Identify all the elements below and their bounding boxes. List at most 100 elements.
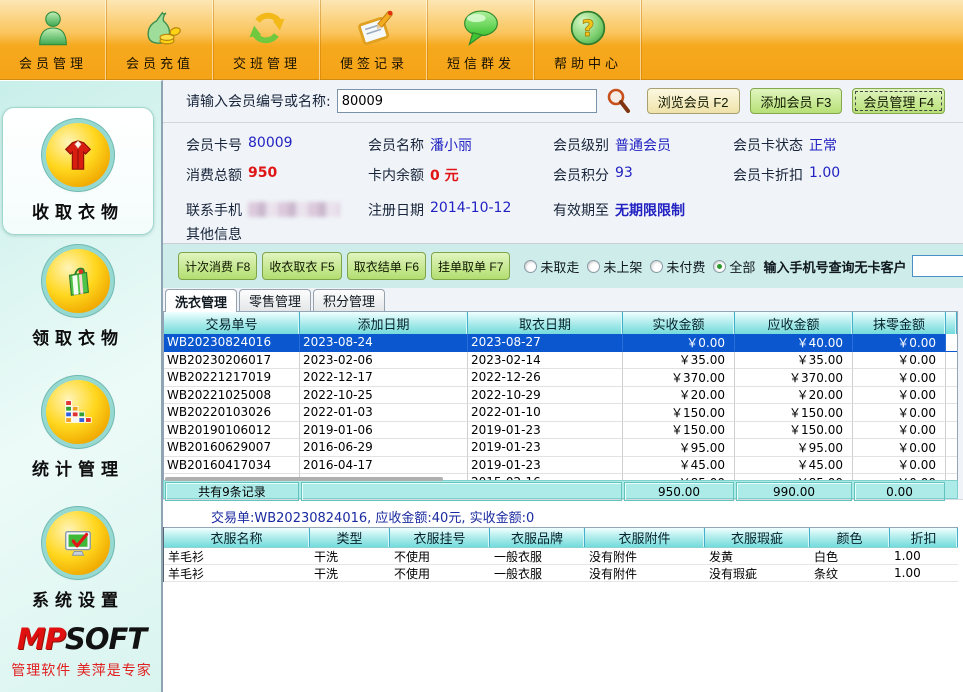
sidebar-item-statistics[interactable]: 统计管理 (3, 380, 153, 480)
shift-icon (244, 6, 290, 50)
column-header[interactable]: 衣服名称 (164, 528, 310, 547)
member-search-input[interactable] (337, 89, 597, 113)
order-row[interactable]: WB201606290072016-06-292019-01-23￥95.00￥… (164, 439, 957, 457)
toolbar-label: 帮助中心 (554, 53, 622, 72)
order-cell: ￥40.00 (735, 334, 853, 352)
tab-retail-management[interactable]: 零售管理 (239, 289, 311, 311)
order-cell: ￥45.00 (623, 457, 735, 475)
tab-points-management[interactable]: 积分管理 (313, 289, 385, 311)
order-cell: 2019-01-23 (468, 422, 623, 440)
column-header[interactable]: 取衣日期 (468, 312, 623, 334)
recharge-icon (137, 6, 183, 50)
add-member-button[interactable]: 添加会员 F3 (750, 88, 843, 114)
item-cell: 发黄 (705, 548, 810, 565)
order-cell: ￥0.00 (623, 334, 735, 352)
item-cell: 条纹 (810, 565, 890, 582)
toolbar-help-center[interactable]: ? 帮助中心 (535, 0, 642, 80)
item-cell: 没有瑕疵 (705, 565, 810, 582)
radio-not-taken[interactable]: 未取走 (524, 257, 579, 276)
order-row[interactable]: WB202210250082022-10-252022-10-29￥20.00￥… (164, 387, 957, 405)
toolbar-member-management[interactable]: 会员管理 (0, 0, 107, 80)
orders-table: 交易单号 添加日期 取衣日期 实收金额 应收金额 抹零金额 WB20230824… (163, 311, 958, 482)
search-icon[interactable] (605, 87, 633, 115)
item-row[interactable]: 羊毛衫干洗不使用一般衣服没有附件发黄白色1.00 (164, 548, 958, 565)
hold-order-button[interactable]: 挂单取单 F7 (431, 252, 510, 280)
browse-member-button[interactable]: 浏览会员 F2 (647, 88, 740, 114)
item-cell: 干洗 (310, 565, 390, 582)
filter-radio-group: 未取走 未上架 未付费 全部 (516, 257, 755, 276)
reg-date-label: 注册日期 (368, 200, 424, 220)
order-cell: 2019-01-06 (300, 422, 468, 440)
column-header[interactable]: 颜色 (810, 528, 890, 547)
item-cell: 没有附件 (585, 548, 705, 565)
horizontal-scrollbar[interactable] (165, 477, 443, 481)
item-row[interactable]: 羊毛衫干洗不使用一般衣服没有附件没有瑕疵条纹1.00 (164, 565, 958, 582)
order-row[interactable]: WB202201030262022-01-032022-01-10￥150.00… (164, 404, 957, 422)
toolbar-shift-management[interactable]: 交班管理 (214, 0, 321, 80)
column-header[interactable]: 衣服瑕疵 (705, 528, 810, 547)
order-cell: 2022-01-10 (468, 404, 623, 422)
level-label: 会员级别 (553, 135, 609, 155)
order-cell: WB20160417034 (164, 457, 300, 475)
column-header[interactable]: 折扣 (890, 528, 958, 547)
item-cell: 羊毛衫 (164, 565, 310, 582)
column-header[interactable]: 添加日期 (300, 312, 468, 334)
receivable-total: 990.00 (736, 482, 852, 501)
order-cell: ￥370.00 (735, 369, 853, 387)
scrollbar-gutter (946, 387, 957, 405)
scrollbar-gutter (946, 439, 957, 457)
radio-unpaid[interactable]: 未付费 (650, 257, 705, 276)
radio-all[interactable]: 全部 (713, 257, 755, 276)
discount-label: 会员卡折扣 (733, 165, 803, 185)
toolbar-note-records[interactable]: 便签记录 (321, 0, 428, 80)
count-consume-button[interactable]: 计次消费 F8 (178, 252, 257, 280)
column-header[interactable]: 类型 (310, 528, 390, 547)
summary-gutter (947, 482, 956, 501)
column-header[interactable]: 抹零金额 (853, 312, 946, 334)
tab-laundry-management[interactable]: 洗衣管理 (165, 289, 237, 312)
order-row[interactable]: WB202308240162023-08-242023-08-27￥0.00￥4… (164, 334, 957, 352)
item-cell: 没有附件 (585, 565, 705, 582)
sidebar-item-label: 领取衣物 (3, 324, 153, 349)
items-table: 衣服名称 类型 衣服挂号 衣服品牌 衣服附件 衣服瑕疵 颜色 折扣 羊毛衫干洗不… (163, 527, 958, 582)
column-header[interactable]: 实收金额 (623, 312, 735, 334)
order-cell: 2023-02-06 (300, 352, 468, 370)
order-detail-panel: 交易单:WB20230824016, 应收金额:40元, 实收金额:0 衣服名称… (163, 499, 963, 692)
toolbar-member-recharge[interactable]: 会员充值 (107, 0, 214, 80)
sidebar-item-receive-clothes[interactable]: 收取衣物 (3, 123, 153, 223)
order-cell: 2019-01-23 (468, 439, 623, 457)
svg-text:?: ? (582, 16, 595, 42)
order-cell: 2023-08-24 (300, 334, 468, 352)
order-row[interactable]: WB202302060172023-02-062023-02-14￥35.00￥… (164, 352, 957, 370)
order-row[interactable]: WB201604170342016-04-172019-01-23￥45.00￥… (164, 457, 957, 475)
item-cell: 白色 (810, 548, 890, 565)
sidebar-item-label: 系统设置 (3, 586, 153, 611)
order-cell: ￥150.00 (623, 422, 735, 440)
toolbar-sms-broadcast[interactable]: 短信群发 (428, 0, 535, 80)
member-management-button[interactable]: 会员管理 F4 (852, 88, 945, 114)
pickup-settle-button[interactable]: 取衣结单 F6 (347, 252, 426, 280)
column-header[interactable]: 交易单号 (164, 312, 300, 334)
note-icon (351, 6, 397, 50)
column-header[interactable]: 衣服挂号 (390, 528, 490, 547)
order-cell: WB20230206017 (164, 352, 300, 370)
receive-pickup-button[interactable]: 收衣取衣 F5 (262, 252, 341, 280)
column-header[interactable]: 衣服附件 (585, 528, 705, 547)
logo-soft-text: SOFT (65, 622, 146, 656)
sidebar-item-pickup-clothes[interactable]: 领取衣物 (3, 249, 153, 349)
toolbar-label: 会员管理 (19, 53, 87, 72)
order-row[interactable]: WB201901060122019-01-062019-01-23￥150.00… (164, 422, 957, 440)
order-row[interactable]: WB202212170192022-12-172022-12-26￥370.00… (164, 369, 957, 387)
column-header[interactable]: 应收金额 (735, 312, 853, 334)
column-header[interactable]: 衣服品牌 (490, 528, 585, 547)
sms-icon (458, 6, 504, 50)
items-table-body: 羊毛衫干洗不使用一般衣服没有附件发黄白色1.00羊毛衫干洗不使用一般衣服没有附件… (164, 548, 958, 582)
item-cell: 一般衣服 (490, 548, 585, 565)
order-cell: ￥45.00 (735, 457, 853, 475)
radio-not-shelved[interactable]: 未上架 (587, 257, 642, 276)
order-detail-line: 交易单:WB20230824016, 应收金额:40元, 实收金额:0 (211, 507, 534, 526)
sidebar-item-system-settings[interactable]: 系统设置 (3, 511, 153, 611)
management-tabs: 洗衣管理 零售管理 积分管理 (165, 288, 387, 311)
order-cell: ￥0.00 (853, 369, 946, 387)
phone-query-input[interactable] (912, 255, 963, 277)
